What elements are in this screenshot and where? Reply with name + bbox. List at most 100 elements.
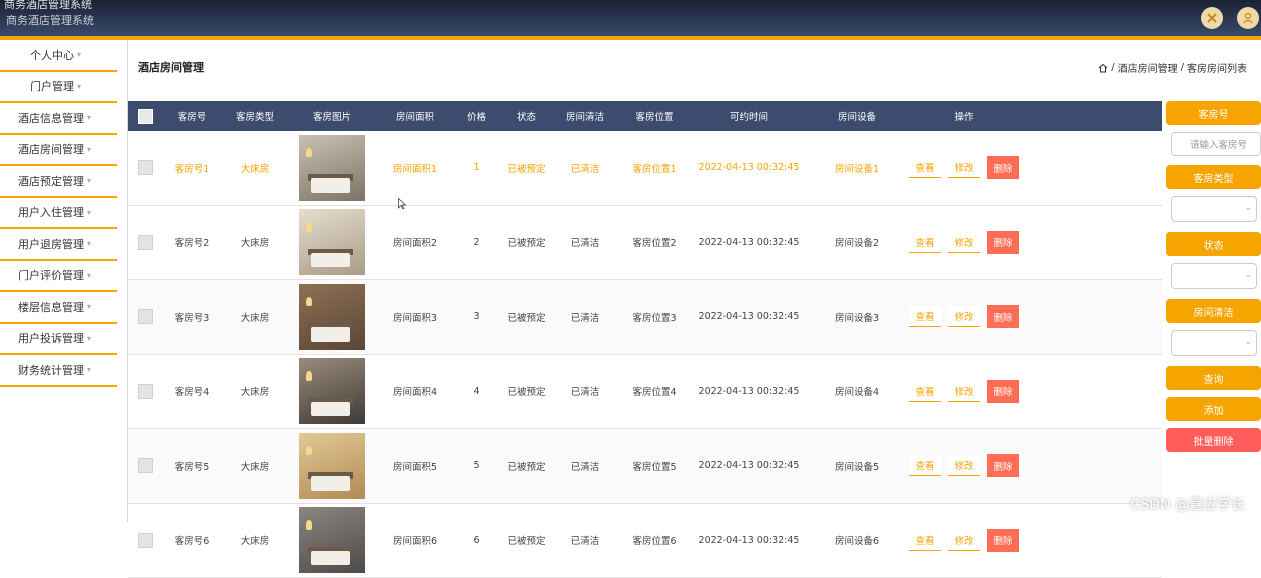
delete-button[interactable]: 删除 xyxy=(987,305,1019,328)
cell-equipment: 房间设备6 xyxy=(805,533,909,547)
column-header[interactable]: 可约时间 xyxy=(693,109,805,123)
cell-type: 大床房 xyxy=(222,533,288,547)
sidebar-item-label: 门户评价管理 xyxy=(18,267,84,283)
delete-button[interactable]: 删除 xyxy=(987,454,1019,477)
photo-bed xyxy=(311,327,351,342)
row-checkbox[interactable] xyxy=(138,160,153,175)
cell-equipment: 房间设备3 xyxy=(805,310,909,324)
query-button[interactable]: 查询 xyxy=(1166,366,1261,390)
sidebar-item[interactable]: 门户评价管理▾ xyxy=(0,261,117,293)
cell-area: 房间面积6 xyxy=(376,533,454,547)
room-type-select[interactable]: ⌄ xyxy=(1171,196,1257,222)
cell-time: 2022-04-13 00:32:45 xyxy=(693,386,805,397)
room-photo[interactable] xyxy=(299,209,365,275)
delete-button[interactable]: 删除 xyxy=(987,231,1019,254)
view-button[interactable]: 查看 xyxy=(909,455,941,476)
column-header[interactable]: 价格 xyxy=(454,109,499,123)
table-row: 客房号2大床房房间面积22已被预定已清洁客房位置22022-04-13 00:3… xyxy=(128,206,1162,281)
room-photo[interactable] xyxy=(299,135,365,201)
batch-delete-button[interactable]: 批量删除 xyxy=(1166,428,1261,452)
delete-button[interactable]: 删除 xyxy=(987,156,1019,179)
sidebar-item[interactable]: 酒店房间管理▾ xyxy=(0,135,117,167)
cell-clean: 已清洁 xyxy=(554,310,616,324)
settings-icon[interactable] xyxy=(1201,7,1223,29)
chevron-down-icon: ⌄ xyxy=(1244,203,1252,213)
column-header[interactable]: 客房位置 xyxy=(616,109,693,123)
cell-time: 2022-04-13 00:32:45 xyxy=(693,162,805,173)
cell-room-no: 客房号5 xyxy=(162,459,222,473)
view-button[interactable]: 查看 xyxy=(909,530,941,551)
room-no-input[interactable]: 请输入客房号 xyxy=(1171,132,1261,156)
room-photo-cell xyxy=(288,358,376,424)
sidebar-item-label: 用户投诉管理 xyxy=(18,330,84,346)
sidebar-item[interactable]: 楼层信息管理▾ xyxy=(0,292,117,324)
room-photo[interactable] xyxy=(299,284,365,350)
delete-button[interactable]: 删除 xyxy=(987,529,1019,552)
view-button[interactable]: 查看 xyxy=(909,306,941,327)
cell-type: 大床房 xyxy=(222,310,288,324)
column-header[interactable]: 客房类型 xyxy=(222,109,288,123)
sidebar-item[interactable]: 酒店预定管理▾ xyxy=(0,166,117,198)
edit-button[interactable]: 修改 xyxy=(948,381,980,402)
room-photo[interactable] xyxy=(299,433,365,499)
row-actions: 查看修改删除 xyxy=(909,529,1019,552)
sidebar-item[interactable]: 用户入住管理▾ xyxy=(0,198,117,230)
table-row: 客房号3大床房房间面积33已被预定已清洁客房位置32022-04-13 00:3… xyxy=(128,280,1162,355)
accent-divider xyxy=(0,36,1261,40)
row-select-cell xyxy=(128,160,162,175)
home-icon[interactable] xyxy=(1098,63,1108,73)
view-button[interactable]: 查看 xyxy=(909,381,941,402)
edit-button[interactable]: 修改 xyxy=(948,306,980,327)
row-checkbox[interactable] xyxy=(138,309,153,324)
cell-status: 已被预定 xyxy=(499,161,554,175)
sidebar-item[interactable]: 财务统计管理▾ xyxy=(0,355,117,387)
room-photo[interactable] xyxy=(299,358,365,424)
column-header[interactable]: 房间设备 xyxy=(805,109,909,123)
sidebar-item[interactable]: 酒店信息管理▾ xyxy=(0,103,117,135)
sidebar-item[interactable]: 用户退房管理▾ xyxy=(0,229,117,261)
delete-button[interactable]: 删除 xyxy=(987,380,1019,403)
breadcrumb-item[interactable]: 酒店房间管理 xyxy=(1118,60,1178,75)
edit-button[interactable]: 修改 xyxy=(948,232,980,253)
sidebar-item[interactable]: 门户管理▾ xyxy=(0,72,117,104)
row-checkbox[interactable] xyxy=(138,384,153,399)
column-header[interactable]: 状态 xyxy=(499,109,554,123)
room-no-label: 客房号 xyxy=(1166,101,1261,125)
cell-equipment: 房间设备5 xyxy=(805,459,909,473)
sidebar-item[interactable]: 用户投诉管理▾ xyxy=(0,324,117,356)
view-button[interactable]: 查看 xyxy=(909,157,941,178)
edit-button[interactable]: 修改 xyxy=(948,530,980,551)
add-button[interactable]: 添加 xyxy=(1166,397,1261,421)
breadcrumb-item-current: 客房房间列表 xyxy=(1187,60,1247,75)
user-icon[interactable] xyxy=(1237,7,1259,29)
row-checkbox[interactable] xyxy=(138,533,153,548)
row-checkbox[interactable] xyxy=(138,458,153,473)
cell-time: 2022-04-13 00:32:45 xyxy=(693,311,805,322)
row-checkbox[interactable] xyxy=(138,235,153,250)
column-header[interactable]: 房间面积 xyxy=(376,109,454,123)
cell-type: 大床房 xyxy=(222,459,288,473)
sidebar-item[interactable]: 个人中心▾ xyxy=(0,40,117,72)
view-button[interactable]: 查看 xyxy=(909,232,941,253)
column-header[interactable]: 房间清洁 xyxy=(554,109,616,123)
cell-equipment: 房间设备2 xyxy=(805,235,909,249)
column-header[interactable]: 客房图片 xyxy=(288,109,376,123)
top-bar: 商务酒店管理系统 商务酒店管理系统 xyxy=(0,0,1261,36)
cell-area: 房间面积3 xyxy=(376,310,454,324)
column-header[interactable]: 客房号 xyxy=(162,109,222,123)
select-all-checkbox[interactable] xyxy=(138,109,153,124)
cell-room-no: 客房号3 xyxy=(162,310,222,324)
edit-button[interactable]: 修改 xyxy=(948,157,980,178)
room-photo-cell xyxy=(288,135,376,201)
sidebar-item-label: 用户退房管理 xyxy=(18,236,84,252)
photo-lamp xyxy=(306,371,313,380)
cell-area: 房间面积4 xyxy=(376,384,454,398)
cell-status: 已被预定 xyxy=(499,533,554,547)
cell-location: 客房位置4 xyxy=(616,384,693,398)
sidebar-item-label: 酒店房间管理 xyxy=(18,141,84,157)
sidebar-item-label: 财务统计管理 xyxy=(18,362,84,378)
edit-button[interactable]: 修改 xyxy=(948,455,980,476)
clean-select[interactable]: ⌄ xyxy=(1171,330,1257,356)
status-select[interactable]: ⌄ xyxy=(1171,263,1257,289)
room-photo[interactable] xyxy=(299,507,365,573)
